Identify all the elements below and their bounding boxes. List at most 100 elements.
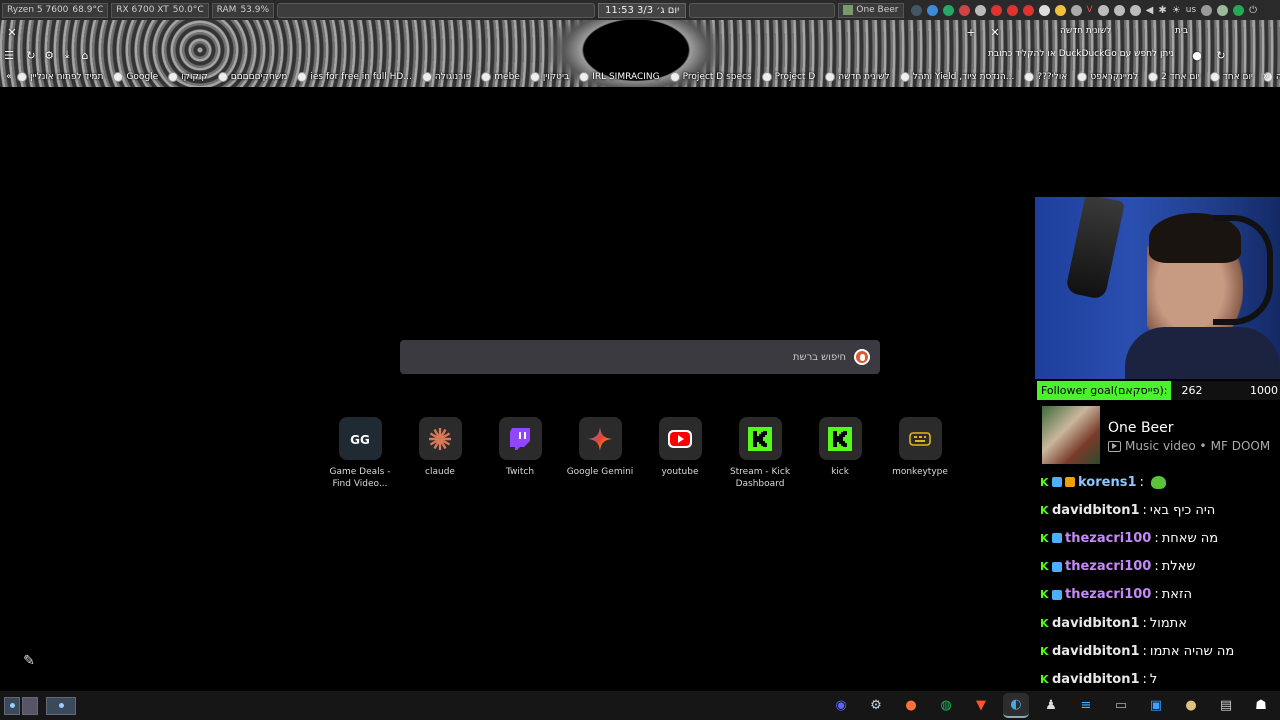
tab-new-tab[interactable]: לשונית חדשה <box>1060 26 1111 36</box>
ram-monitor[interactable]: RAM 53.9% <box>211 2 275 18</box>
chat-badge-icon <box>1065 477 1075 488</box>
gpu-label: RX 6700 XT <box>116 5 169 15</box>
extensions-icon[interactable]: ⚙ <box>40 46 58 64</box>
kick-badge-icon: K <box>1040 616 1049 630</box>
tray-app-icon[interactable] <box>942 4 954 16</box>
shortcut-tile[interactable]: Google Gemini <box>560 417 640 490</box>
workspace-2[interactable] <box>22 696 38 715</box>
tray-app-icon[interactable] <box>1233 4 1245 16</box>
bookmark-item[interactable]: תמיד לפתוח אונליין <box>12 71 108 82</box>
brave-icon[interactable]: ▼ <box>968 693 994 718</box>
close-window-icon[interactable]: ✕ <box>3 23 21 41</box>
bookmark-favicon-icon <box>481 71 492 82</box>
bluetooth-icon[interactable]: ✱ <box>1158 5 1166 16</box>
workspace-1[interactable] <box>4 696 20 715</box>
terminal-icon[interactable]: ▤ <box>1213 693 1239 718</box>
reload-icon[interactable]: ↻ <box>22 46 40 64</box>
shortcut-tile[interactable]: kick <box>800 417 880 490</box>
keyboard-layout[interactable]: us <box>1186 5 1196 15</box>
tray-app-icon[interactable] <box>958 4 970 16</box>
tray-app-icon[interactable] <box>1129 4 1141 16</box>
bookmark-item[interactable]: יום אחד <box>1205 71 1258 82</box>
shortcut-tile[interactable]: youtube <box>640 417 720 490</box>
tray-vpn-icon[interactable]: V <box>1087 5 1093 15</box>
store-icon[interactable]: ▣ <box>1143 693 1169 718</box>
shortcut-tile[interactable]: Stream - Kick Dashboard <box>720 417 800 490</box>
bookmark-label: קוקוקו <box>181 71 208 82</box>
bookmark-favicon-icon <box>899 71 910 82</box>
brightness-icon[interactable]: ☀ <box>1172 5 1181 16</box>
power-icon[interactable]: ⏻ <box>1249 5 1257 16</box>
media-icon[interactable]: ● <box>1178 693 1204 718</box>
bookmark-item[interactable]: Project D specs <box>665 71 757 82</box>
tray-app-icon[interactable] <box>910 4 922 16</box>
window-list-right[interactable] <box>689 2 836 18</box>
tray-app-icon[interactable] <box>1217 4 1229 16</box>
refresh-icon[interactable]: ↻ <box>1212 46 1230 64</box>
tray-app-icon[interactable] <box>1097 4 1109 16</box>
bookmark-item[interactable]: ...ies for free in full HD <box>292 71 417 82</box>
downloads-icon[interactable]: ⤓ <box>58 46 76 64</box>
bookmark-item[interactable]: פורנוגולה <box>417 71 476 82</box>
shortcut-tile[interactable]: monkeytype <box>880 417 960 490</box>
steam-icon[interactable]: ⚙ <box>863 693 889 718</box>
tray-app-icon[interactable] <box>974 4 986 16</box>
edit-icon[interactable]: ✎ <box>16 649 42 673</box>
tray-app-icon[interactable] <box>1070 4 1082 16</box>
chat-message: Kthezacri100 : מה שאחת <box>1040 524 1280 552</box>
discord-icon[interactable]: ◉ <box>828 693 854 718</box>
shortcut-tile[interactable]: GG Game Deals - Find Video... <box>320 417 400 490</box>
spotify-icon[interactable]: ◍ <box>933 693 959 718</box>
bookmark-label: Google <box>126 71 159 82</box>
volume-icon[interactable]: ◀ <box>1146 5 1154 16</box>
tray-app-icon[interactable] <box>1201 4 1213 16</box>
bookmark-item[interactable]: יום אחד 2 <box>1143 71 1205 82</box>
tray-network-icon[interactable] <box>926 4 938 16</box>
tab-home[interactable]: בית <box>1175 26 1188 36</box>
bookmark-item[interactable]: mebe <box>476 71 525 82</box>
shortcut-tile[interactable]: claude <box>400 417 480 490</box>
shortcut-tile[interactable]: Twitch <box>480 417 560 490</box>
search-bar[interactable]: חיפוש ברשת <box>400 340 880 374</box>
new-tab-icon[interactable]: + <box>962 23 980 41</box>
bookmark-favicon-icon <box>217 71 228 82</box>
tray-app-icon[interactable] <box>1113 4 1125 16</box>
workspace-3[interactable] <box>46 696 76 715</box>
bookmark-item[interactable]: ביטקוין <box>525 71 574 82</box>
bookmark-item[interactable]: משחקיםםםםם <box>213 71 293 82</box>
bookmark-item[interactable]: למיינקראפט <box>1072 71 1143 82</box>
media-widget[interactable]: One Beer <box>838 2 904 18</box>
gpu-monitor[interactable]: RX 6700 XT 50.0°C <box>111 2 209 18</box>
bookmark-item[interactable]: Google <box>108 71 163 82</box>
bookmark-item[interactable]: אולי??? <box>1019 71 1072 82</box>
bookmarks-overflow-right-icon[interactable]: » <box>1260 68 1272 86</box>
tray-app-icon[interactable] <box>990 4 1002 16</box>
chat-badge-icon <box>1052 589 1062 600</box>
window-list-left[interactable] <box>277 2 596 18</box>
cpu-monitor[interactable]: Ryzen 5 7600 68.9°C <box>2 2 109 18</box>
bookmark-item[interactable]: קוקוקו <box>163 71 213 82</box>
tray-app-icon[interactable] <box>1054 4 1066 16</box>
clock[interactable]: 11:53 יום ג׳ 3/3 <box>598 2 687 18</box>
close-tab-icon[interactable]: ✕ <box>986 23 1004 41</box>
browser-icon[interactable]: ◐ <box>1003 693 1029 718</box>
kick-app-icon[interactable]: ♟ <box>1038 693 1064 718</box>
browser-chrome: ✕ בית לשונית חדשה + ✕ ☰ ↻ ⚙ ⤓ ⌂ ניתן לחפ… <box>0 20 1280 87</box>
tray-app-icon[interactable] <box>1006 4 1018 16</box>
bookmark-item[interactable]: ...הנדסת ציוד, Yield ותהל <box>895 71 1020 82</box>
bookmark-item[interactable]: IRL SIMRACING <box>574 71 664 82</box>
steam-tray-icon[interactable] <box>1038 4 1050 16</box>
layers-icon[interactable]: ≡ <box>1073 693 1099 718</box>
files-icon[interactable]: ▭ <box>1108 693 1134 718</box>
taskbar: ◉ ⚙ ● ◍ ▼ ◐ ♟ ≡ ▭ ▣ ● ▤ ☗ <box>0 691 1280 720</box>
chat-username: davidbiton1 <box>1052 615 1140 631</box>
bookmark-item[interactable]: Project D <box>757 71 821 82</box>
kick-badge-icon: K <box>1040 588 1049 602</box>
firefox-icon[interactable]: ● <box>898 693 924 718</box>
address-bar[interactable]: ניתן לחפש עם DuckDuckGo או להקליד כתובת <box>988 49 1174 59</box>
tray-app-icon[interactable] <box>1022 4 1034 16</box>
home-icon[interactable]: ⌂ <box>76 46 94 64</box>
menu-icon[interactable]: ☰ <box>0 46 18 64</box>
ghost-icon[interactable]: ☗ <box>1248 693 1274 718</box>
bookmark-item[interactable]: לשונית חדשה <box>820 71 894 82</box>
